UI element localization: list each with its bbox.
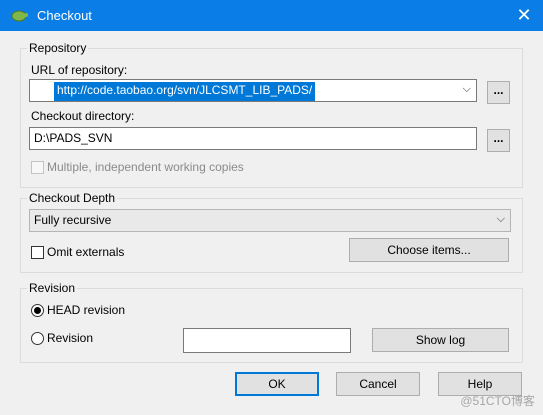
- show-log-button[interactable]: Show log: [372, 328, 509, 352]
- choose-items-button[interactable]: Choose items...: [349, 238, 509, 262]
- revision-radio[interactable]: [31, 332, 44, 345]
- window-title: Checkout: [37, 8, 92, 23]
- watermark: @51CTO博客: [460, 394, 535, 408]
- url-label: URL of repository:: [31, 63, 128, 77]
- revision-legend: Revision: [29, 281, 76, 295]
- ok-button[interactable]: OK: [235, 372, 319, 396]
- tortoise-icon: [11, 10, 28, 22]
- omit-externals-label: Omit externals: [47, 245, 125, 259]
- head-revision-label: HEAD revision: [47, 303, 126, 317]
- checkout-directory-value: D:\PADS_SVN: [34, 131, 113, 145]
- checkout-directory-input[interactable]: D:\PADS_SVN: [29, 127, 477, 150]
- url-browse-button[interactable]: ...: [487, 81, 510, 104]
- radio-selected-dot: [34, 307, 41, 314]
- close-icon: ✕: [516, 5, 532, 25]
- close-button[interactable]: ✕: [505, 0, 543, 31]
- url-combobox[interactable]: http://code.taobao.org/svn/JLCSMT_LIB_PA…: [29, 79, 477, 102]
- repository-legend: Repository: [29, 41, 87, 55]
- revision-label: Revision: [47, 331, 94, 345]
- chevron-down-icon[interactable]: ⌵: [497, 213, 505, 226]
- checkout-depth-legend: Checkout Depth: [29, 191, 116, 205]
- revision-input[interactable]: [183, 328, 351, 353]
- multiple-copies-checkbox[interactable]: [31, 161, 44, 174]
- omit-externals-checkbox[interactable]: [31, 246, 44, 259]
- directory-browse-button[interactable]: ...: [487, 129, 510, 152]
- depth-select[interactable]: Fully recursive ⌵: [29, 209, 511, 232]
- title-bar: Checkout ✕: [0, 0, 543, 31]
- chevron-down-icon[interactable]: ⌵: [463, 83, 471, 96]
- cancel-button[interactable]: Cancel: [336, 372, 420, 396]
- multiple-copies-label: Multiple, independent working copies: [47, 160, 244, 174]
- head-revision-radio[interactable]: [31, 304, 44, 317]
- checkout-directory-label: Checkout directory:: [31, 109, 135, 123]
- url-value: http://code.taobao.org/svn/JLCSMT_LIB_PA…: [54, 82, 316, 101]
- depth-value: Fully recursive: [34, 213, 112, 227]
- dialog-body: Repository URL of repository: http://cod…: [0, 31, 543, 415]
